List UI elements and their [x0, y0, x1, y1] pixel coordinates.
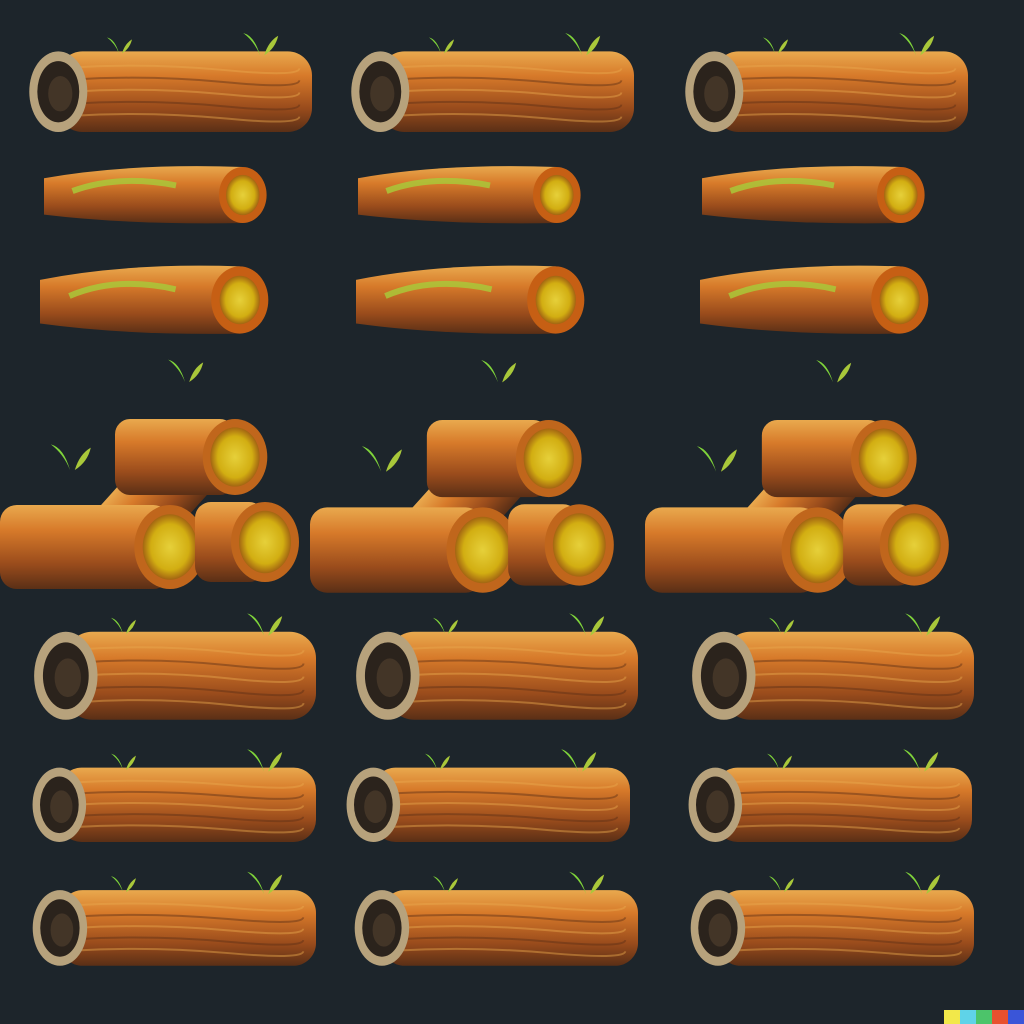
- pile-log: [508, 504, 614, 586]
- branch-body: [358, 166, 557, 224]
- pile-log: [195, 502, 299, 582]
- pile-log: [843, 504, 949, 586]
- mossy-branch-sprite: [696, 160, 926, 230]
- mossy-branch-sprite: [694, 258, 930, 342]
- branch-body: [700, 265, 900, 334]
- hollow-log-sprite: [680, 734, 980, 854]
- color-swatch: [1008, 1010, 1024, 1024]
- mossy-branch-sprite: [38, 160, 268, 230]
- hollow-log-sprite: [346, 856, 646, 978]
- mossy-branch-sprite: [34, 258, 270, 342]
- sprout-leaf: [816, 359, 852, 383]
- branch-body: [356, 265, 556, 334]
- sprout-leaf: [107, 37, 132, 54]
- hollow-log-sprite: [676, 15, 976, 145]
- sprout-leaf: [111, 876, 136, 893]
- color-strip: [944, 1010, 1024, 1024]
- sprout-leaf: [168, 359, 204, 382]
- hollow-log-sprite: [24, 856, 324, 978]
- pile-log: [0, 505, 206, 589]
- log-pile-sprite: [310, 359, 625, 600]
- sprout-leaf: [769, 617, 794, 634]
- color-swatch: [960, 1010, 976, 1024]
- sprout-leaf: [696, 446, 737, 472]
- color-swatch: [944, 1010, 960, 1024]
- sprout-leaf: [433, 876, 458, 893]
- branch-body: [44, 166, 243, 224]
- hollow-log-sprite: [682, 856, 982, 978]
- log-pile-sprite: [645, 359, 960, 600]
- sprout-leaf: [769, 876, 794, 893]
- hollow-log-sprite: [20, 15, 320, 145]
- hollow-log-sprite: [24, 734, 324, 854]
- sprout-leaf: [50, 444, 91, 470]
- hollow-log-sprite: [338, 734, 638, 854]
- pile-log: [426, 419, 582, 498]
- sprout-leaf: [361, 446, 402, 472]
- pile-log: [310, 507, 520, 593]
- sprout-leaf: [425, 753, 450, 770]
- mossy-branch-sprite: [350, 258, 586, 342]
- mossy-branch-sprite: [352, 160, 582, 230]
- sprout-leaf: [481, 359, 517, 383]
- hollow-log-sprite: [24, 592, 324, 734]
- hollow-log-sprite: [342, 15, 642, 145]
- sprout-leaf: [433, 617, 458, 634]
- hollow-log-sprite: [682, 592, 982, 734]
- sprout-leaf: [111, 753, 136, 770]
- log-pile-sprite: [0, 359, 310, 600]
- sprout-leaf: [429, 37, 454, 54]
- sprite-sheet: [0, 0, 1024, 1024]
- color-swatch: [992, 1010, 1008, 1024]
- pile-log: [761, 419, 917, 498]
- sprout-leaf: [767, 753, 792, 770]
- sprout-leaf: [111, 617, 136, 634]
- pile-log: [645, 507, 855, 593]
- color-swatch: [976, 1010, 992, 1024]
- sprout-leaf: [763, 37, 788, 54]
- branch-body: [40, 265, 240, 334]
- pile-log: [115, 419, 268, 495]
- hollow-log-sprite: [346, 592, 646, 734]
- branch-body: [702, 166, 901, 224]
